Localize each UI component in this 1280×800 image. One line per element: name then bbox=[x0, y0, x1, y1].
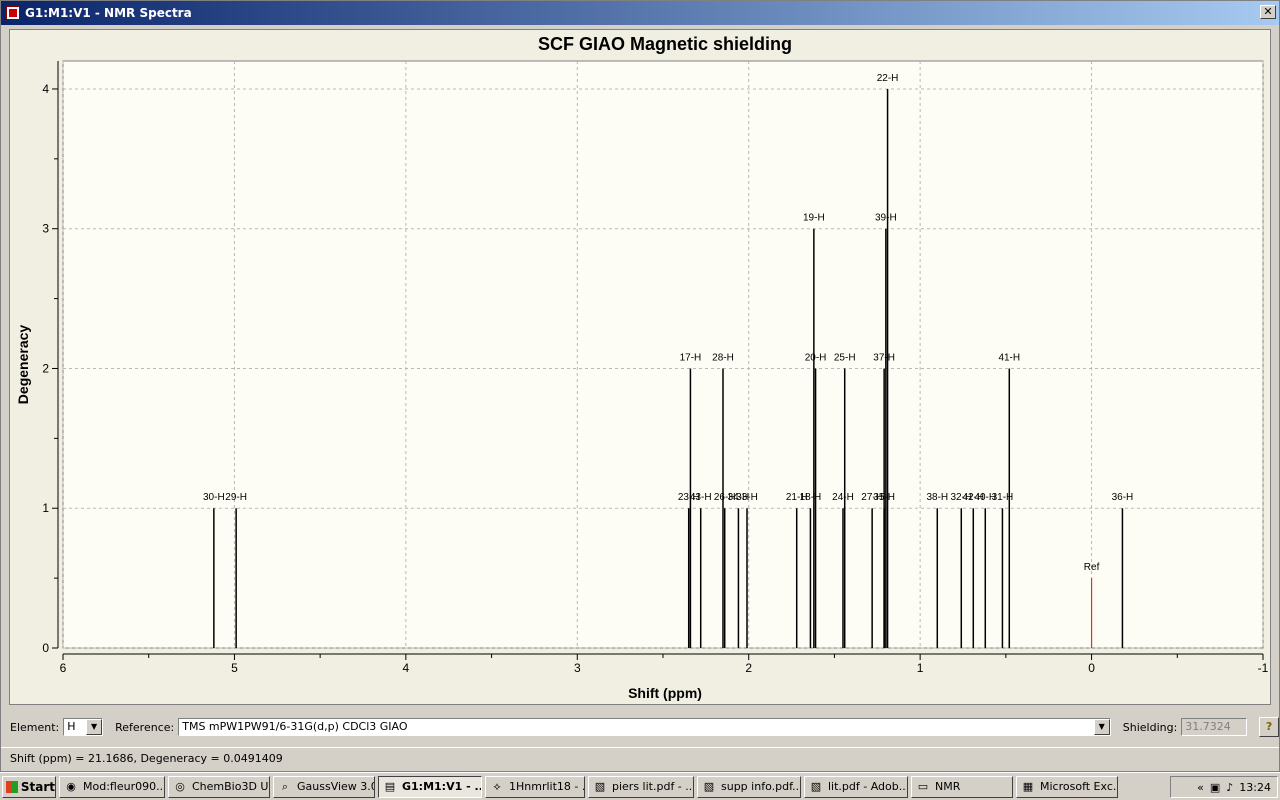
peak-label: 43-H bbox=[690, 492, 712, 503]
excel-icon: ▦ bbox=[1022, 779, 1034, 793]
peak-label: 36-H bbox=[1112, 492, 1134, 503]
x-tick-label: 1 bbox=[917, 661, 924, 675]
taskbar-item[interactable]: ⌕ GaussView 3.09 bbox=[273, 775, 375, 798]
x-tick-label: 2 bbox=[745, 661, 752, 675]
y-tick-label: 3 bbox=[42, 222, 49, 236]
plot-area[interactable]: SCF GIAO Magnetic shielding 6 5 4 3 2 1 0 -1 0 1 2 3… bbox=[9, 29, 1271, 705]
taskbar-item-label: 1Hnmrlit18 - ... bbox=[509, 780, 585, 793]
taskbar-item-label: NMR bbox=[935, 780, 961, 793]
nmr-spectra-window: G1:M1:V1 - NMR Spectra ✕ SCF GIAO Magnet… bbox=[0, 0, 1280, 772]
folder-icon: ▭ bbox=[917, 779, 929, 793]
status-bar: Shift (ppm) = 21.1686, Degeneracy = 0.04… bbox=[1, 747, 1279, 769]
gaussview-icon: ▤ bbox=[384, 779, 396, 793]
pdf-icon: ▧ bbox=[703, 779, 715, 793]
system-tray: « ▣ ♪ 13:24 bbox=[1170, 776, 1278, 798]
element-value: H bbox=[67, 720, 76, 733]
help-button[interactable]: ? bbox=[1259, 717, 1279, 737]
x-tick-label: 4 bbox=[403, 661, 410, 675]
task-list: ◉ Mod:fleur090... ◎ ChemBio3D U... ⌕ GaussVie… bbox=[56, 775, 1118, 798]
peak-label: 19-H bbox=[803, 213, 825, 224]
magnifier-icon: ⌕ bbox=[281, 779, 289, 793]
taskbar-item-label: G1:M1:V1 - ... bbox=[402, 780, 482, 793]
chart-title: SCF GIAO Magnetic shielding bbox=[538, 34, 792, 54]
taskbar-item[interactable]: ⟡ 1Hnmrlit18 - ... bbox=[485, 775, 585, 798]
chemdraw-icon: ⟡ bbox=[493, 779, 501, 793]
peak-label: 20-H bbox=[805, 352, 827, 363]
taskbar-item[interactable]: ◉ Mod:fleur090... bbox=[59, 775, 165, 798]
close-button[interactable]: ✕ bbox=[1260, 5, 1276, 19]
reference-label: Ref bbox=[1084, 562, 1100, 573]
taskbar: Start ◉ Mod:fleur090... ◎ ChemBio3D U... ⌕ Ga… bbox=[0, 772, 1280, 800]
status-text: Shift (ppm) = 21.1686, Degeneracy = 0.04… bbox=[10, 752, 283, 765]
peak-label: 24-H bbox=[832, 492, 854, 503]
start-label: Start bbox=[20, 779, 55, 794]
window-title: G1:M1:V1 - NMR Spectra bbox=[25, 6, 192, 20]
peak-label: 18-H bbox=[800, 492, 822, 503]
taskbar-item[interactable]: ▧ lit.pdf - Adob... bbox=[804, 775, 908, 798]
taskbar-item-label: supp info.pdf... bbox=[721, 780, 801, 793]
peak-label: 33-H bbox=[736, 492, 758, 503]
y-tick-label: 0 bbox=[42, 641, 49, 655]
taskbar-item-label: Microsoft Exc... bbox=[1040, 780, 1118, 793]
shielding-label: Shielding: bbox=[1122, 720, 1178, 734]
peak-label: 37-H bbox=[873, 352, 895, 363]
volume-icon[interactable]: ♪ bbox=[1226, 781, 1233, 794]
pdf-icon: ▧ bbox=[810, 779, 822, 793]
taskbar-item[interactable]: ▭ NMR bbox=[911, 775, 1013, 798]
element-select[interactable]: H ▼ bbox=[63, 718, 104, 736]
controls-bar: Element: H ▼ Reference: TMS mPW1PW91/6-3… bbox=[1, 713, 1279, 741]
peak-label: 25-H bbox=[834, 352, 856, 363]
x-tick-label: 5 bbox=[231, 661, 238, 675]
chevron-down-icon[interactable]: ▼ bbox=[86, 719, 103, 735]
taskbar-item-label: ChemBio3D U... bbox=[192, 780, 269, 793]
y-tick-label: 4 bbox=[42, 82, 49, 96]
x-axis-label: Shift (ppm) bbox=[628, 685, 702, 701]
taskbar-item-label: lit.pdf - Adob... bbox=[828, 780, 908, 793]
nmr-chart[interactable]: SCF GIAO Magnetic shielding 6 5 4 3 2 1 0 -1 0 1 2 3… bbox=[10, 30, 1270, 704]
reference-value: TMS mPW1PW91/6-31G(d,p) CDCl3 GIAO bbox=[182, 720, 408, 733]
expand-tray-icon[interactable]: « bbox=[1197, 781, 1204, 794]
taskbar-item[interactable]: ◎ ChemBio3D U... bbox=[168, 775, 270, 798]
peak-label: 39-H bbox=[875, 213, 897, 224]
x-tick-label: 0 bbox=[1088, 661, 1095, 675]
y-tick-label: 2 bbox=[42, 361, 49, 375]
firefox-icon: ◉ bbox=[66, 779, 76, 793]
chevron-down-icon[interactable]: ▼ bbox=[1093, 719, 1110, 735]
reference-select[interactable]: TMS mPW1PW91/6-31G(d,p) CDCl3 GIAO ▼ bbox=[178, 718, 1111, 736]
taskbar-item-label: Mod:fleur090... bbox=[83, 780, 165, 793]
clock[interactable]: 13:24 bbox=[1239, 781, 1271, 794]
gaussview-app-icon bbox=[6, 6, 20, 20]
taskbar-item-label: GaussView 3.09 bbox=[297, 780, 374, 793]
taskbar-item[interactable]: ▦ Microsoft Exc... bbox=[1016, 775, 1118, 798]
taskbar-item[interactable]: ▧ piers lit.pdf - ... bbox=[588, 775, 694, 798]
taskbar-item[interactable]: ▧ supp info.pdf... bbox=[697, 775, 801, 798]
element-label: Element: bbox=[10, 720, 60, 734]
reference-label: Reference: bbox=[115, 720, 175, 734]
windows-logo-icon bbox=[6, 780, 18, 793]
peak-label: 29-H bbox=[225, 492, 247, 503]
y-axis-label: Degeneracy bbox=[15, 325, 31, 405]
pdf-icon: ▧ bbox=[594, 779, 606, 793]
title-bar[interactable]: G1:M1:V1 - NMR Spectra ✕ bbox=[1, 1, 1279, 25]
taskbar-item-label: piers lit.pdf - ... bbox=[612, 780, 694, 793]
y-tick-label: 1 bbox=[42, 501, 49, 515]
x-tick-label: 3 bbox=[574, 661, 581, 675]
shielding-field[interactable]: 31.7324 bbox=[1181, 718, 1248, 736]
peak-label: 28-H bbox=[712, 352, 734, 363]
x-tick-label: 6 bbox=[60, 661, 67, 675]
taskbar-item[interactable]: ▤ G1:M1:V1 - ... bbox=[378, 775, 482, 798]
peak-label: 41-H bbox=[998, 352, 1020, 363]
peak-label: 38-H bbox=[926, 492, 948, 503]
plot-frame bbox=[62, 60, 1264, 649]
peak-label: 22-H bbox=[877, 73, 899, 84]
chembio3d-icon: ◎ bbox=[175, 779, 185, 793]
peak-label: 30-H bbox=[203, 492, 225, 503]
x-tick-label: -1 bbox=[1258, 661, 1269, 675]
start-button[interactable]: Start bbox=[2, 775, 56, 798]
network-icon[interactable]: ▣ bbox=[1210, 781, 1220, 794]
peak-label: 17-H bbox=[680, 352, 702, 363]
